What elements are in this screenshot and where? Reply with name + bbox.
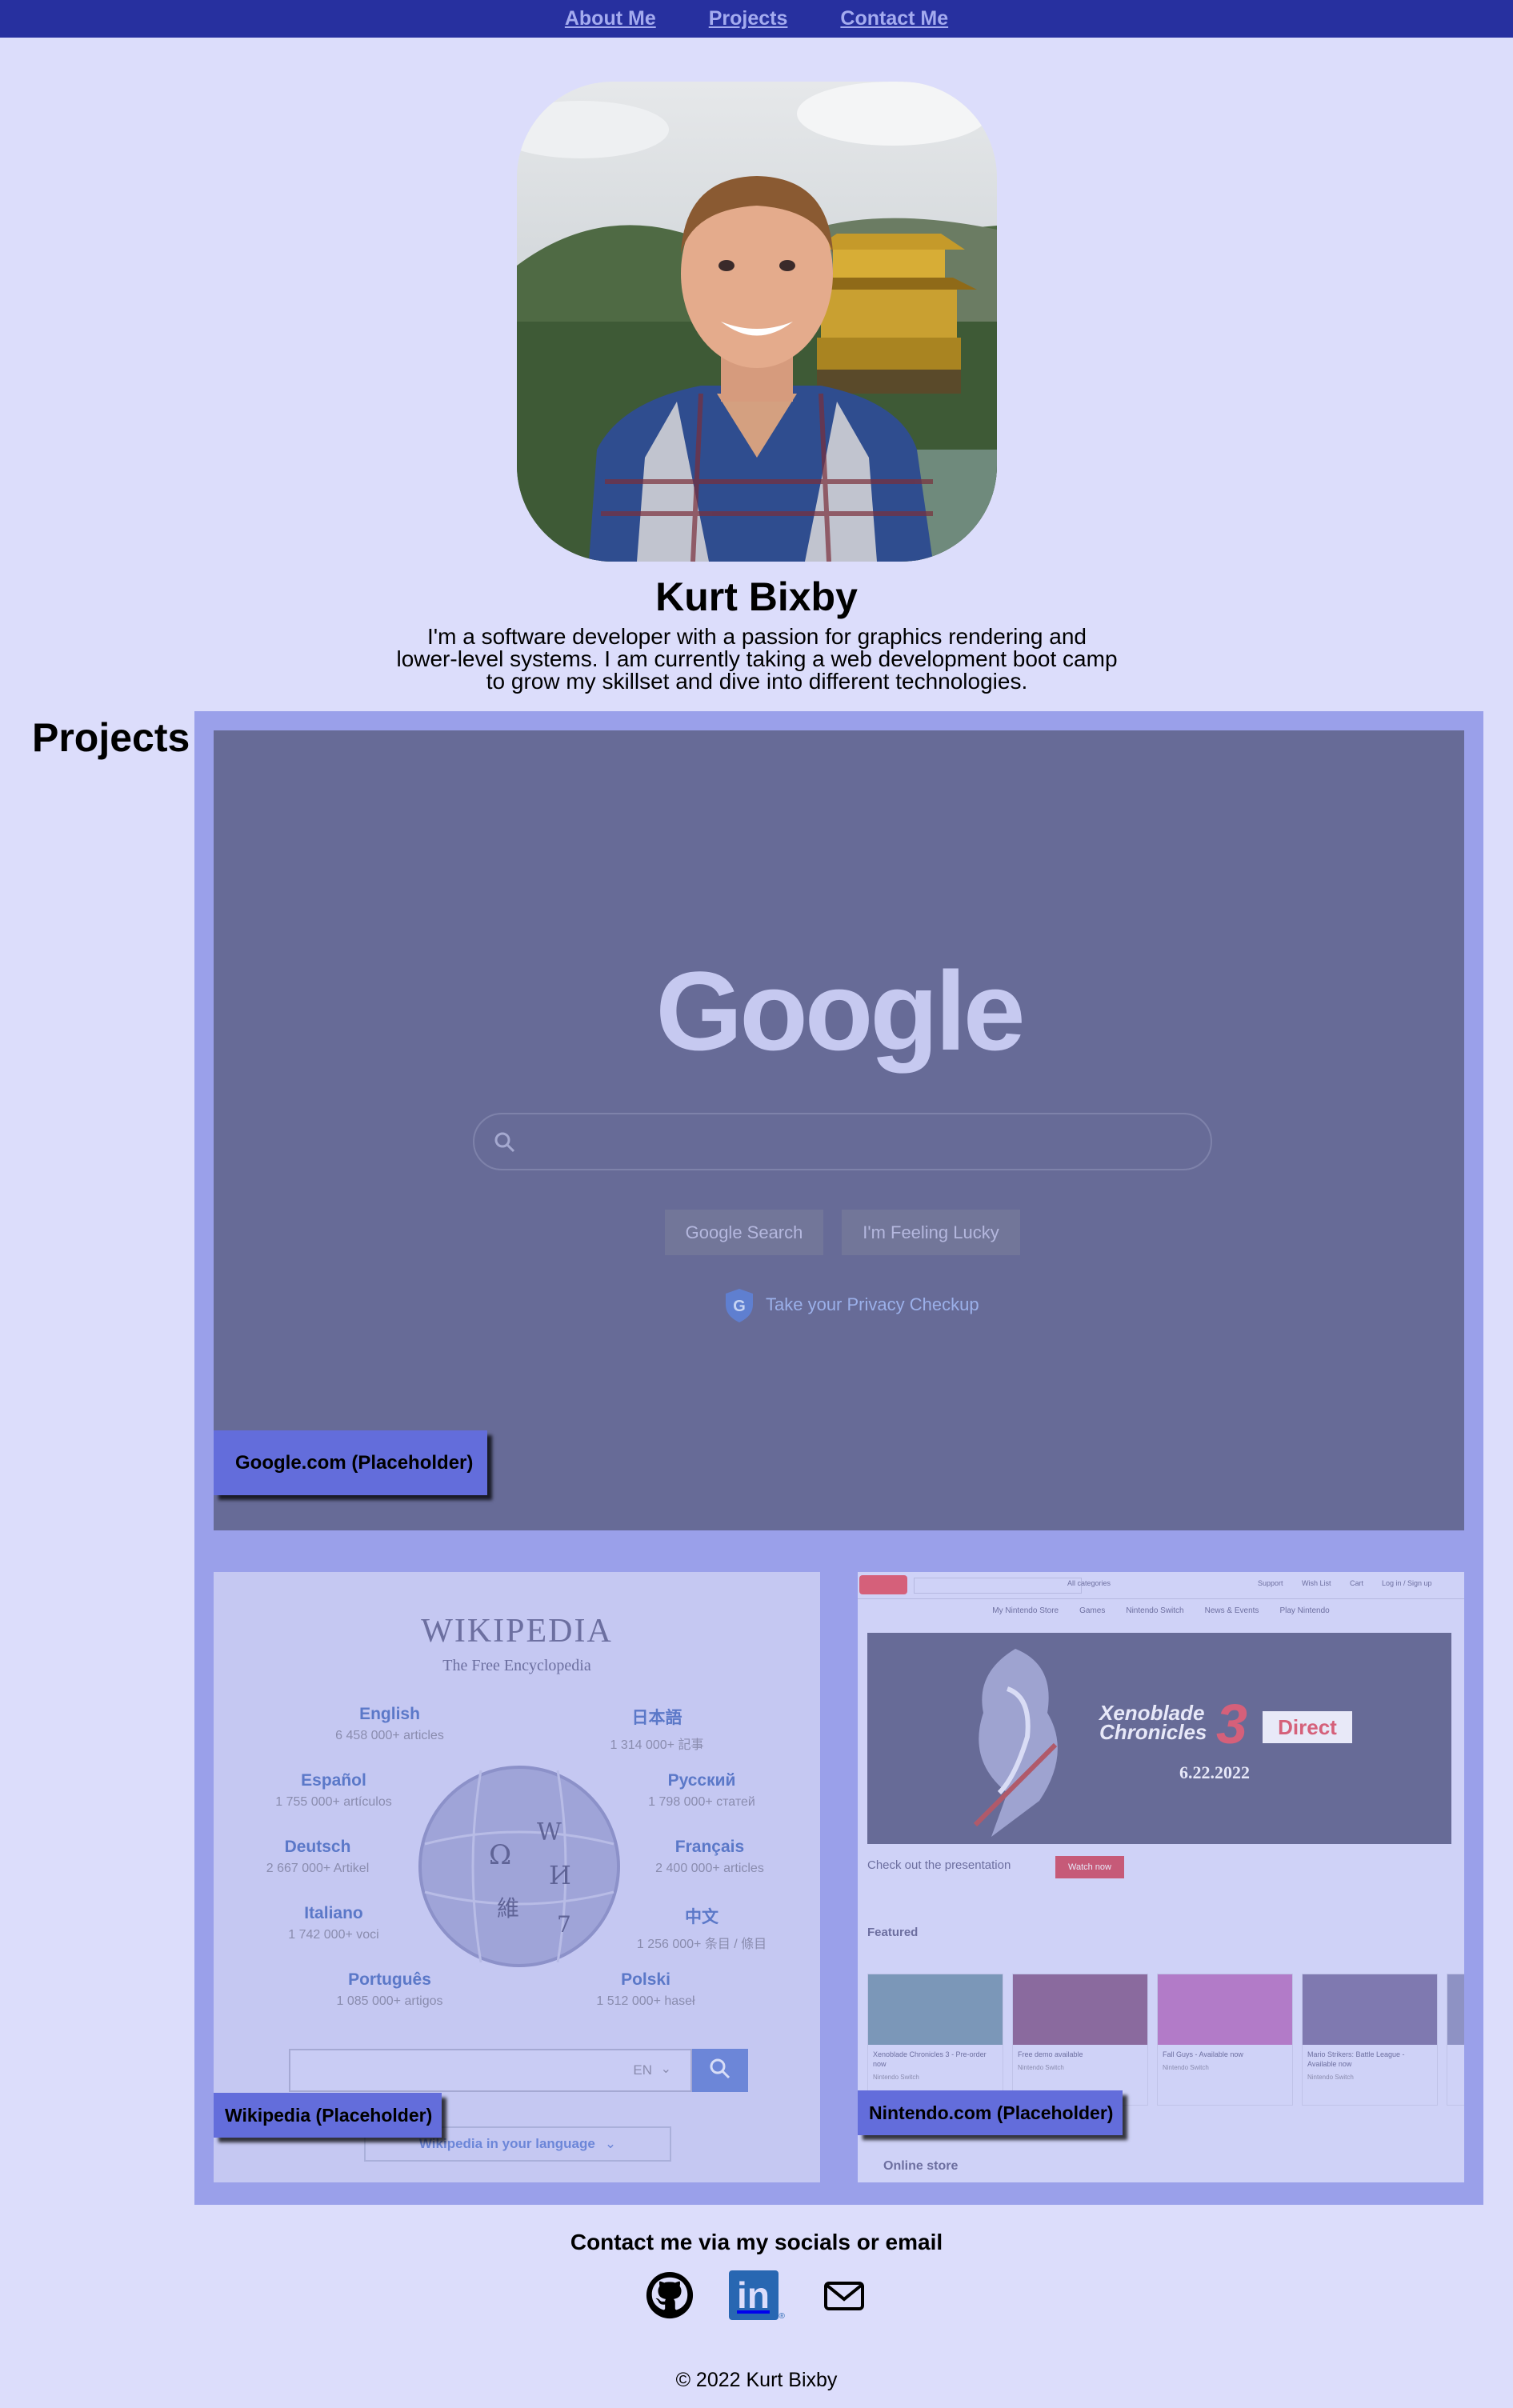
nav-link-contact-me[interactable]: Contact Me xyxy=(840,7,948,30)
nintendo-top-link-support[interactable]: Support xyxy=(1258,1579,1283,1587)
nintendo-nav-item[interactable]: Games xyxy=(1079,1606,1105,1615)
project-card-google[interactable]: Google Google Search I'm Feeling Lucky G… xyxy=(214,730,1464,1530)
social-links: in ® xyxy=(0,2270,1513,2321)
wikipedia-tagline: The Free Encyclopedia xyxy=(442,1657,591,1674)
svg-text:維: 維 xyxy=(497,1895,519,1922)
featured-thumbnail xyxy=(1158,1974,1292,2045)
categories-select[interactable]: All categories xyxy=(1067,1579,1111,1587)
language-item[interactable]: Deutsch 2 667 000+ Artikel xyxy=(230,1838,406,1876)
svg-text:G: G xyxy=(733,1298,746,1315)
nintendo-top-link-cart[interactable]: Cart xyxy=(1350,1579,1363,1587)
nintendo-nav-item[interactable]: News & Events xyxy=(1205,1606,1259,1615)
language-item[interactable]: 中文 1 256 000+ 条目 / 條目 xyxy=(606,1904,798,1952)
nintendo-banner[interactable]: Xenoblade Chronicles 3 Direct 6.22.2022 xyxy=(867,1633,1451,1844)
nintendo-top-link-login[interactable]: Log in / Sign up xyxy=(1382,1579,1432,1587)
online-store-heading: Online store xyxy=(883,2159,959,2173)
github-icon[interactable] xyxy=(645,2270,694,2320)
featured-thumbnail xyxy=(1013,1974,1147,2045)
svg-text:И: И xyxy=(549,1860,571,1890)
projects-panel: Google Google Search I'm Feeling Lucky G… xyxy=(194,711,1483,2205)
banner-character-art xyxy=(973,1649,1058,1837)
language-item[interactable]: Français 2 400 000+ articles xyxy=(622,1838,798,1876)
top-navbar: About Me Projects Contact Me xyxy=(0,0,1513,38)
svg-text:7: 7 xyxy=(557,1911,571,1938)
nav-link-about-me[interactable]: About Me xyxy=(565,7,656,30)
google-search-box[interactable] xyxy=(473,1113,1212,1170)
google-logo: Google xyxy=(655,948,1025,1074)
wikipedia-title: WIKIPEDIA xyxy=(421,1613,613,1650)
featured-card[interactable]: Fall Guys - Available now Nintendo Switc… xyxy=(1157,1974,1293,2106)
language-item[interactable]: 日本語 1 314 000+ 記事 xyxy=(553,1705,761,1753)
mail-icon[interactable] xyxy=(819,2270,869,2320)
projects-heading: Projects xyxy=(32,715,190,760)
svg-text:W: W xyxy=(537,1818,562,1846)
nintendo-nav-item[interactable]: My Nintendo Store xyxy=(992,1606,1059,1615)
featured-thumbnail xyxy=(1447,1974,1464,2045)
profile-bio: I'm a software developer with a passion … xyxy=(396,624,1118,694)
search-icon xyxy=(494,1131,516,1158)
contact-heading: Contact me via my socials or email xyxy=(570,2230,943,2254)
nav-link-projects[interactable]: Projects xyxy=(709,7,788,30)
nintendo-nav-item[interactable]: Play Nintendo xyxy=(1279,1606,1329,1615)
language-item[interactable]: Português 1 085 000+ artigos xyxy=(302,1970,478,2009)
featured-heading: Featured xyxy=(867,1926,919,1939)
featured-card[interactable]: Xenoblade Chronicles 3 - Pre-order now N… xyxy=(867,1974,1003,2106)
language-item[interactable]: Русский 1 798 000+ статей xyxy=(614,1771,790,1810)
nintendo-search-input[interactable] xyxy=(914,1578,1082,1594)
wikipedia-search-button[interactable] xyxy=(692,2049,748,2092)
chevron-down-icon: ⌄ xyxy=(660,2062,671,2076)
language-item[interactable]: Italiano 1 742 000+ voci xyxy=(246,1904,422,1942)
language-item[interactable]: Español 1 755 000+ artículos xyxy=(246,1771,422,1810)
svg-text:Ω: Ω xyxy=(489,1839,511,1871)
nintendo-nav: My Nintendo Store Games Nintendo Switch … xyxy=(858,1599,1464,1622)
nintendo-nav-item[interactable]: Nintendo Switch xyxy=(1126,1606,1183,1615)
language-code: EN xyxy=(633,2062,652,2078)
presentation-text: Check out the presentation xyxy=(867,1858,1011,1872)
wikipedia-card-label: Wikipedia (Placeholder) xyxy=(214,2093,442,2138)
nintendo-header: All categories Support Wish List Cart Lo… xyxy=(858,1572,1464,1599)
banner-direct: Direct xyxy=(1263,1711,1352,1743)
feeling-lucky-button[interactable]: I'm Feeling Lucky xyxy=(842,1210,1020,1255)
google-card-label: Google.com (Placeholder) xyxy=(214,1430,487,1495)
privacy-checkup-link[interactable]: Take your Privacy Checkup xyxy=(766,1294,979,1315)
language-item[interactable]: English 6 458 000+ articles xyxy=(302,1705,478,1743)
featured-card[interactable]: Free demo available Nintendo Switch xyxy=(1012,1974,1148,2106)
shield-icon: G xyxy=(723,1287,755,1328)
footer-copyright: © 2022 Kurt Bixby xyxy=(675,2369,838,2391)
featured-thumbnail xyxy=(868,1974,1003,2045)
profile-photo xyxy=(517,82,997,562)
chevron-down-icon: ⌄ xyxy=(604,2136,617,2151)
featured-card[interactable]: Mario Strikers: Battle League - Availabl… xyxy=(1302,1974,1438,2106)
banner-number: 3 xyxy=(1216,1693,1247,1755)
banner-title: Xenoblade Chronicles xyxy=(1099,1701,1207,1744)
google-search-button[interactable]: Google Search xyxy=(665,1210,823,1255)
project-card-nintendo[interactable]: All categories Support Wish List Cart Lo… xyxy=(858,1572,1464,2182)
wikipedia-globe: Ω W И 維 7 xyxy=(417,1764,622,1973)
wikipedia-search-input[interactable]: EN ⌄ xyxy=(289,2049,692,2092)
search-icon xyxy=(709,2058,731,2084)
featured-thumbnail xyxy=(1303,1974,1437,2045)
linkedin-icon[interactable]: in ® xyxy=(728,2270,785,2321)
nintendo-card-label: Nintendo.com (Placeholder) xyxy=(858,2090,1123,2135)
nintendo-top-link-wishlist[interactable]: Wish List xyxy=(1302,1579,1331,1587)
banner-date: 6.22.2022 xyxy=(1179,1762,1250,1782)
profile-name: Kurt Bixby xyxy=(655,574,858,619)
nintendo-logo xyxy=(859,1575,907,1594)
project-card-wikipedia[interactable]: WIKIPEDIA The Free Encyclopedia Ω W И 維 … xyxy=(214,1572,820,2182)
language-item[interactable]: Polski 1 512 000+ haseł xyxy=(558,1970,734,2009)
featured-card-partial[interactable] xyxy=(1447,1974,1464,2106)
watch-now-button[interactable]: Watch now xyxy=(1055,1856,1124,1878)
